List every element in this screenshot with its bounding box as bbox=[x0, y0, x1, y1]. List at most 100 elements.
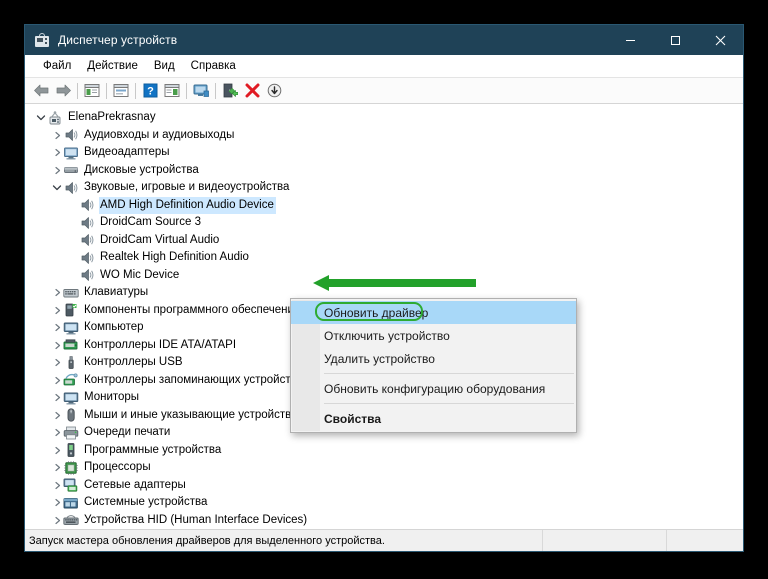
status-bar: Запуск мастера обновления драйверов для … bbox=[25, 529, 743, 551]
tree-item[interactable]: Дисковые устройства bbox=[25, 162, 743, 180]
tree-item-label: Контроллеры запоминающих устройств bbox=[84, 373, 297, 386]
menu-view[interactable]: Вид bbox=[146, 58, 183, 74]
disk-drive-icon bbox=[63, 162, 79, 178]
disable-device-icon[interactable] bbox=[263, 80, 285, 102]
context-menu-item-disable-device[interactable]: Отключить устройство bbox=[291, 324, 576, 347]
tree-item[interactable]: Системные устройства bbox=[25, 494, 743, 512]
tree-item-label: AMD High Definition Audio Device bbox=[99, 196, 276, 214]
minimize-icon[interactable] bbox=[608, 25, 653, 55]
toolbar-separator bbox=[215, 82, 216, 99]
tree-item-label: Аудиовходы и аудиовыходы bbox=[84, 128, 235, 141]
toolbar-separator bbox=[135, 82, 136, 99]
uninstall-device-icon[interactable] bbox=[241, 80, 263, 102]
speaker-icon bbox=[79, 197, 95, 213]
chevron-right-icon[interactable] bbox=[51, 162, 63, 180]
tree-item[interactable]: DroidCam Virtual Audio bbox=[25, 232, 743, 250]
tree-item-label: Системные устройства bbox=[84, 496, 208, 509]
svg-text:?: ? bbox=[147, 86, 154, 98]
tree-item-label: Мыши и иные указывающие устройства bbox=[84, 408, 298, 421]
chevron-right-icon[interactable] bbox=[51, 459, 63, 477]
back-icon[interactable] bbox=[30, 80, 52, 102]
toolbar-separator bbox=[77, 82, 78, 99]
screenshot-root: Диспетчер устройств Файл Действие Вид Сп… bbox=[0, 0, 768, 579]
chevron-down-icon[interactable] bbox=[51, 179, 63, 197]
tree-item-label: WO Mic Device bbox=[100, 268, 180, 281]
toolbar-separator bbox=[106, 82, 107, 99]
network-adapter-icon bbox=[63, 477, 79, 493]
chevron-right-icon[interactable] bbox=[51, 144, 63, 162]
chevron-right-icon[interactable] bbox=[51, 389, 63, 407]
tree-item-label: Realtek High Definition Audio bbox=[100, 251, 249, 264]
status-bar-message-pane: Запуск мастера обновления драйверов для … bbox=[25, 530, 543, 551]
keyboard-icon bbox=[63, 285, 79, 301]
close-icon[interactable] bbox=[698, 25, 743, 55]
chevron-right-icon[interactable] bbox=[51, 284, 63, 302]
software-component-icon bbox=[63, 302, 79, 318]
maximize-icon[interactable] bbox=[653, 25, 698, 55]
tree-item[interactable]: Realtek High Definition Audio bbox=[25, 249, 743, 267]
chevron-right-icon[interactable] bbox=[51, 442, 63, 460]
tree-item[interactable]: ElenaPrekrasnay bbox=[25, 109, 743, 127]
storage-controller-icon bbox=[63, 372, 79, 388]
usb-icon bbox=[63, 355, 79, 371]
show-hide-action-pane-icon[interactable] bbox=[161, 80, 183, 102]
tree-item-label: Сетевые адаптеры bbox=[84, 478, 186, 491]
tree-item[interactable]: Видеоадаптеры bbox=[25, 144, 743, 162]
chevron-right-icon[interactable] bbox=[51, 407, 63, 425]
device-manager-window: Диспетчер устройств Файл Действие Вид Сп… bbox=[24, 24, 744, 552]
tree-item-label: Компьютер bbox=[84, 321, 144, 334]
tree-twisty-none bbox=[67, 197, 79, 215]
chevron-right-icon[interactable] bbox=[51, 494, 63, 512]
tree-item-label: Компоненты программного обеспечения bbox=[84, 303, 301, 316]
toolbar: ? bbox=[25, 78, 743, 104]
menu-help[interactable]: Справка bbox=[183, 58, 244, 74]
device-tree-pane[interactable]: ElenaPrekrasnay Аудиовходы и аудиовыходы В… bbox=[25, 104, 743, 529]
speaker-icon bbox=[79, 250, 95, 266]
context-menu-item-scan-hardware-changes[interactable]: Обновить конфигурацию оборудования bbox=[291, 377, 576, 400]
tree-item[interactable]: Устройства HID (Human Interface Devices) bbox=[25, 512, 743, 530]
printer-icon bbox=[63, 425, 79, 441]
chevron-right-icon[interactable] bbox=[51, 477, 63, 495]
green-annotation-arrow bbox=[311, 273, 478, 293]
tree-item[interactable]: Процессоры bbox=[25, 459, 743, 477]
tree-item-label: Клавиатуры bbox=[84, 286, 149, 299]
menu-bar: Файл Действие Вид Справка bbox=[25, 55, 743, 78]
properties-icon[interactable] bbox=[110, 80, 132, 102]
tree-item[interactable]: Сетевые адаптеры bbox=[25, 477, 743, 495]
tree-twisty-none bbox=[67, 214, 79, 232]
forward-icon[interactable] bbox=[52, 80, 74, 102]
update-driver-icon[interactable] bbox=[219, 80, 241, 102]
tree-item[interactable]: AMD High Definition Audio Device bbox=[25, 196, 743, 215]
chevron-right-icon[interactable] bbox=[51, 302, 63, 320]
speaker-icon bbox=[79, 215, 95, 231]
menu-file[interactable]: Файл bbox=[35, 58, 79, 74]
context-menu-item-properties[interactable]: Свойства bbox=[291, 407, 576, 430]
tree-item[interactable]: DroidCam Source 3 bbox=[25, 214, 743, 232]
menu-action[interactable]: Действие bbox=[79, 58, 146, 74]
computer-root-icon bbox=[47, 110, 63, 126]
tree-twisty-none bbox=[67, 249, 79, 267]
chevron-right-icon[interactable] bbox=[51, 354, 63, 372]
help-icon[interactable]: ? bbox=[139, 80, 161, 102]
tree-item-label: Видеоадаптеры bbox=[84, 146, 170, 159]
chevron-right-icon[interactable] bbox=[51, 127, 63, 145]
monitor-icon bbox=[63, 390, 79, 406]
show-hide-console-tree-icon[interactable] bbox=[81, 80, 103, 102]
chevron-down-icon[interactable] bbox=[35, 109, 47, 127]
green-highlight-box bbox=[315, 302, 423, 321]
tree-item[interactable]: Звуковые, игровые и видеоустройства bbox=[25, 179, 743, 197]
chevron-right-icon[interactable] bbox=[51, 512, 63, 530]
tree-item[interactable]: Программные устройства bbox=[25, 442, 743, 460]
chevron-right-icon[interactable] bbox=[51, 337, 63, 355]
chevron-right-icon[interactable] bbox=[51, 319, 63, 337]
software-device-icon bbox=[63, 442, 79, 458]
scan-for-hardware-changes-icon[interactable] bbox=[190, 80, 212, 102]
chevron-right-icon[interactable] bbox=[51, 372, 63, 390]
speaker-icon bbox=[63, 180, 79, 196]
tree-item[interactable]: Аудиовходы и аудиовыходы bbox=[25, 127, 743, 145]
context-menu-item-uninstall-device[interactable]: Удалить устройство bbox=[291, 347, 576, 370]
tree-item-label: Устройства HID (Human Interface Devices) bbox=[84, 513, 308, 526]
chevron-right-icon[interactable] bbox=[51, 424, 63, 442]
tree-item-label: Контроллеры USB bbox=[84, 356, 183, 369]
tree-item-label: Программные устройства bbox=[84, 443, 222, 456]
